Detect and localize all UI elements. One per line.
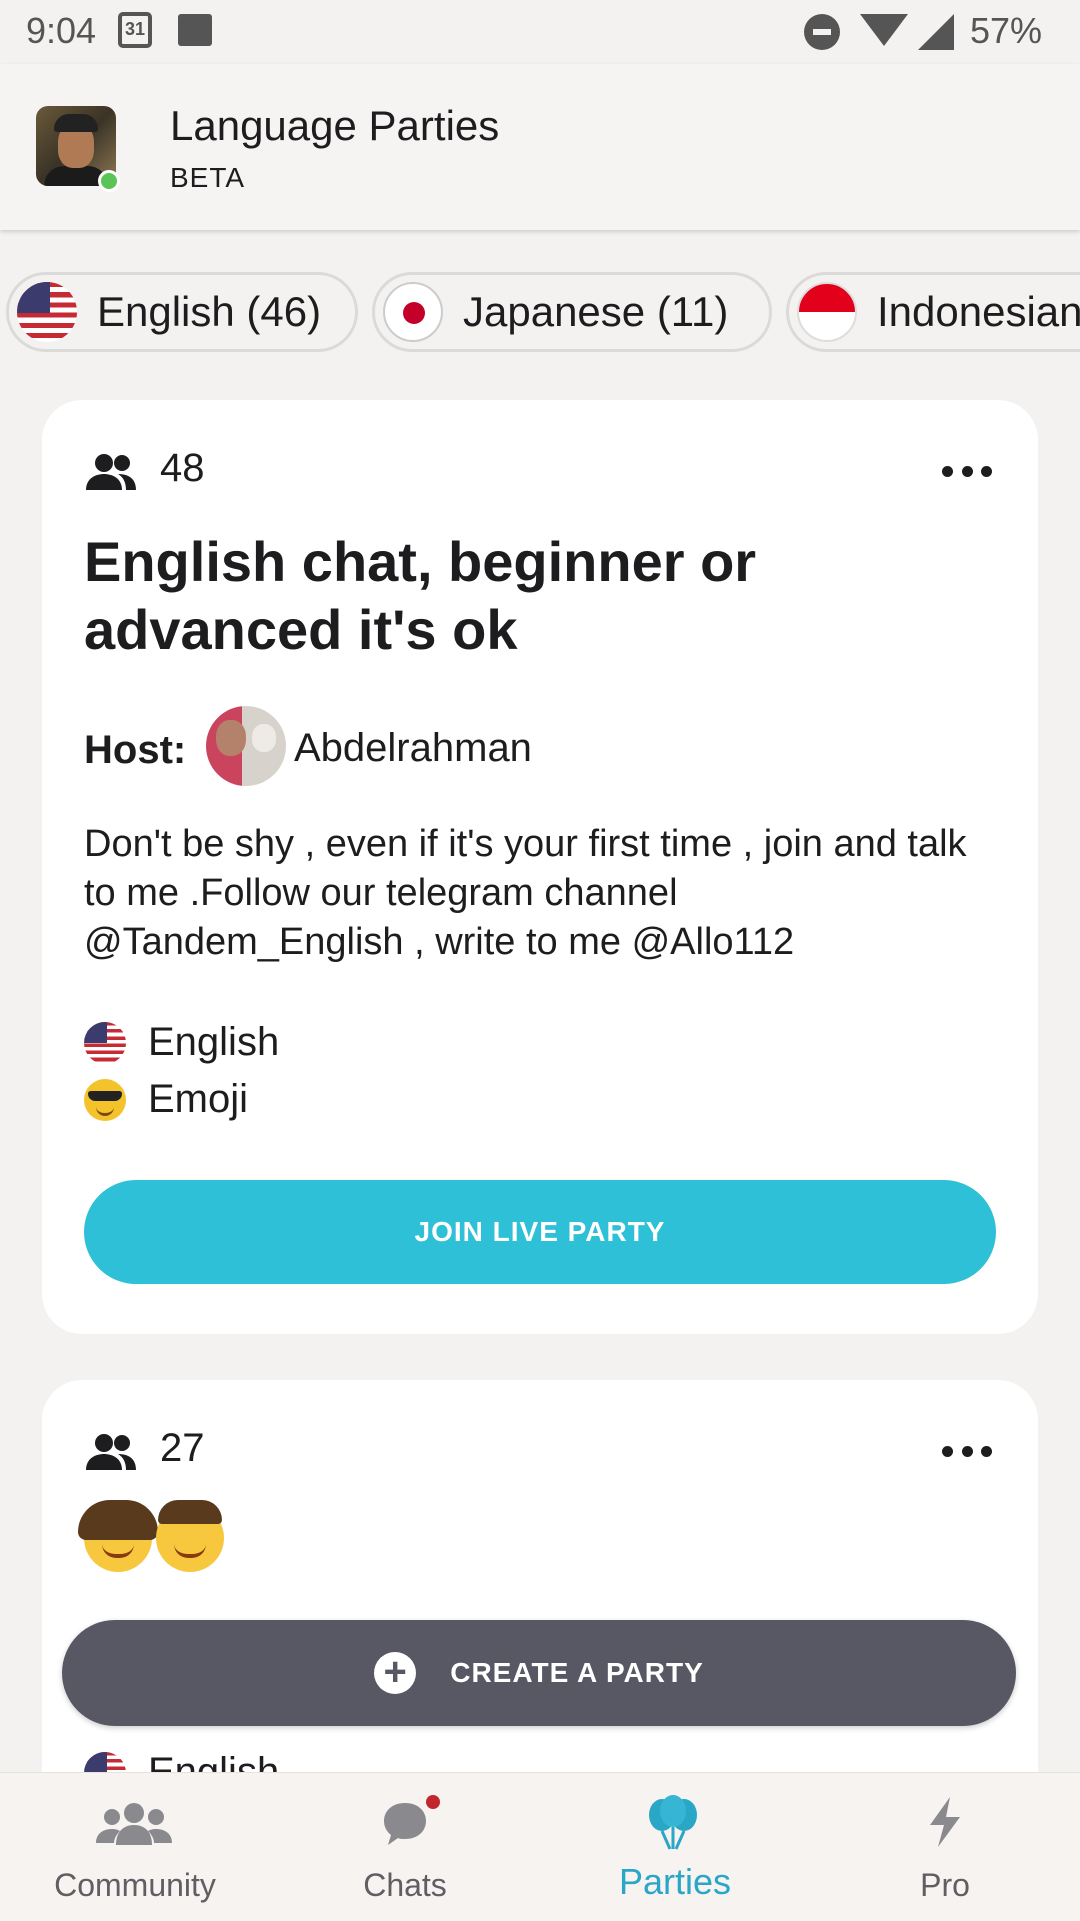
party-title: English chat, beginner or advanced it's … <box>84 530 757 661</box>
chip-japanese[interactable]: Japanese (11) <box>372 272 772 352</box>
chip-english[interactable]: English (46) <box>6 272 358 352</box>
language-tag: Emoji <box>84 1077 248 1122</box>
participant-count: 27 <box>160 1426 205 1470</box>
more-options-icon[interactable] <box>942 1446 992 1460</box>
chip-label: Japanese (11) <box>463 288 729 335</box>
unread-badge <box>426 1795 440 1809</box>
nav-parties[interactable]: Parties <box>540 1773 810 1921</box>
plus-icon: + <box>374 1652 417 1694</box>
nav-label: Chats <box>363 1867 447 1903</box>
japan-flag-icon <box>383 282 443 342</box>
nav-chats[interactable]: Chats <box>270 1773 540 1921</box>
app-header: Language Parties BETA <box>0 64 1080 230</box>
wifi-icon <box>860 14 908 46</box>
host-label: Host: <box>84 728 187 772</box>
host-avatar[interactable] <box>206 706 286 786</box>
language-tag: English <box>84 1020 279 1065</box>
online-status-icon <box>98 170 120 192</box>
chip-indonesian[interactable]: Indonesian <box>786 272 1080 352</box>
chip-label: English (46) <box>97 288 322 335</box>
balloons-icon <box>649 1795 697 1850</box>
language-filter-bar: English (46) Japanese (11) Indonesian <box>0 272 1080 358</box>
chip-label: Indonesian <box>877 288 1080 335</box>
page-title: Language Parties <box>170 102 500 149</box>
beta-label: BETA <box>170 162 246 193</box>
nav-label: Pro <box>920 1867 970 1903</box>
language-tag-label: English <box>148 1020 280 1064</box>
host-name[interactable]: Abdelrahman <box>294 726 532 771</box>
image-icon <box>178 14 212 46</box>
language-tag-label: Emoji <box>148 1077 249 1121</box>
signal-icon <box>918 14 954 50</box>
nav-label: Community <box>54 1867 216 1903</box>
party-title-emoji <box>78 1500 228 1572</box>
indonesia-flag-icon <box>797 282 857 342</box>
status-time: 9:04 <box>26 10 97 51</box>
status-bar: 9:04 31 57% <box>0 0 1080 64</box>
nav-label: Parties <box>618 1861 732 1902</box>
join-live-party-button[interactable]: JOIN LIVE PARTY <box>84 1180 996 1284</box>
calendar-icon: 31 <box>118 12 152 48</box>
people-icon <box>86 454 136 490</box>
boy-emoji-icon <box>156 1500 224 1572</box>
create-party-button[interactable]: + CREATE A PARTY <box>62 1620 1016 1726</box>
nav-pro[interactable]: Pro <box>810 1773 1080 1921</box>
girl-emoji-icon <box>78 1500 158 1572</box>
battery-level: 57% <box>969 10 1042 51</box>
participant-count: 48 <box>160 446 205 490</box>
chat-bubble-icon <box>384 1803 426 1845</box>
do-not-disturb-icon <box>804 14 840 50</box>
sunglasses-emoji-icon <box>84 1078 126 1121</box>
nav-community[interactable]: Community <box>0 1773 270 1921</box>
people-icon <box>86 1434 136 1470</box>
party-description: Don't be shy , even if it's your first t… <box>84 823 967 963</box>
us-flag-icon <box>84 1021 126 1064</box>
us-flag-icon <box>17 282 77 342</box>
community-icon <box>96 1803 172 1845</box>
more-options-icon[interactable] <box>942 466 992 480</box>
bottom-navigation: Community Chats Parties Pro <box>0 1772 1080 1921</box>
lightning-icon <box>930 1797 960 1847</box>
create-party-label: CREATE A PARTY <box>450 1657 704 1688</box>
party-card[interactable]: 48 English chat, beginner or advanced it… <box>42 400 1038 1334</box>
